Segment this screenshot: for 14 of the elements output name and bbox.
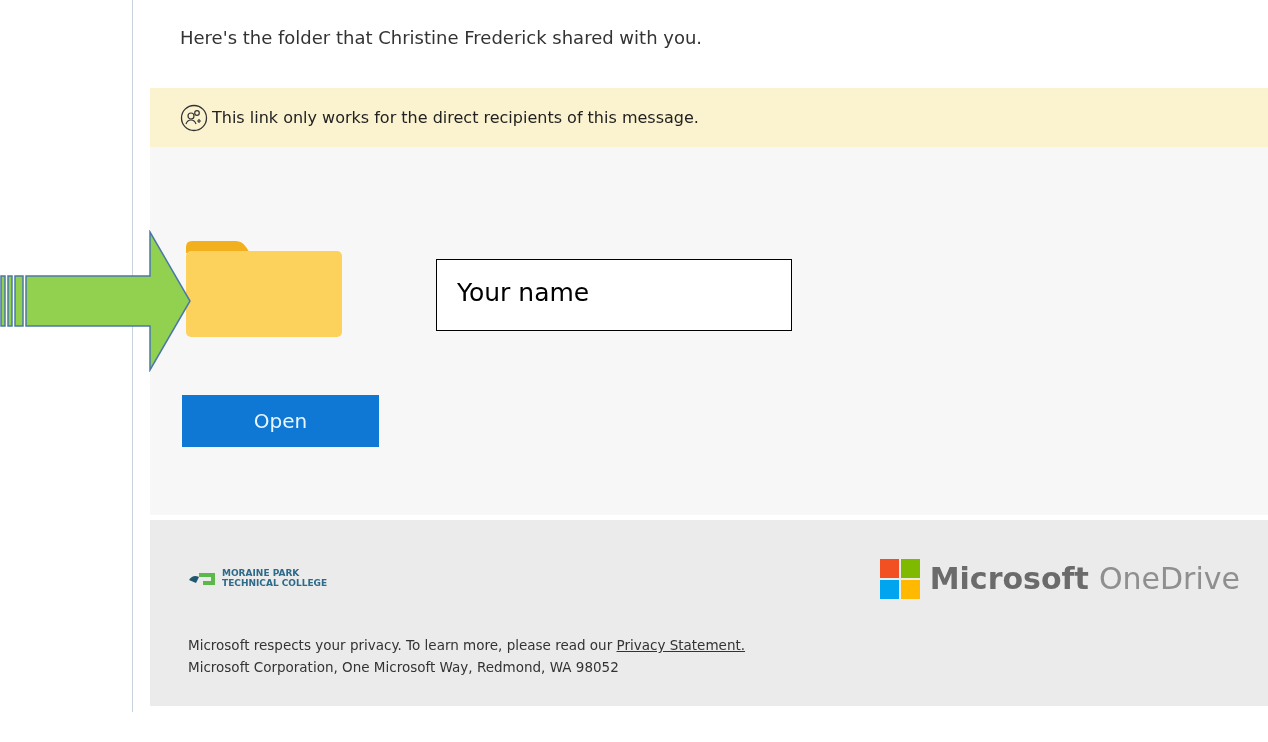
address-text: Microsoft Corporation, One Microsoft Way, Redmond, WA 98052 bbox=[188, 657, 620, 677]
people-icon bbox=[180, 103, 208, 132]
privacy-link[interactable]: Privacy Statement. bbox=[616, 637, 746, 653]
brand-name: Microsoft bbox=[929, 560, 1089, 598]
open-button[interactable]: Open bbox=[182, 395, 379, 447]
notice-text: This link only works for the direct recipients of this message. bbox=[212, 106, 699, 129]
college-name: MORAINE PARK bbox=[222, 568, 301, 579]
annotation-label: Your name bbox=[436, 259, 792, 331]
privacy-text: Microsoft respects your privacy. To learn more, please read our Privacy Statement. bbox=[188, 636, 747, 655]
microsoft-logo-icon bbox=[879, 558, 920, 599]
college-logo-icon bbox=[188, 570, 218, 587]
product-name: OneDrive bbox=[1098, 560, 1240, 598]
message-text: Here's the folder that Christine Frederick shared with you. bbox=[180, 27, 703, 48]
college-subtitle: TECHNICAL COLLEGE bbox=[222, 578, 328, 589]
